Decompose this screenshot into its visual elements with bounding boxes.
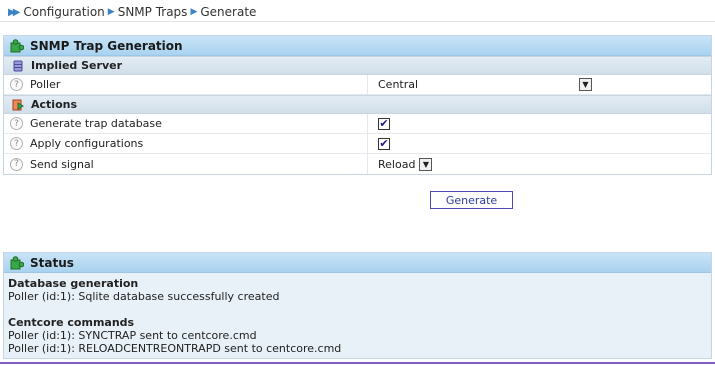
double-chevron-icon: ▶▶ — [8, 6, 21, 18]
send-signal-select[interactable]: Reload ▼ — [378, 156, 433, 172]
centcore-line: Poller (id:1): SYNCTRAP sent to centcore… — [8, 329, 257, 342]
panel-title: Status — [30, 255, 74, 270]
panel-title: SNMP Trap Generation — [30, 38, 183, 53]
chevron-down-icon[interactable]: ▼ — [579, 78, 592, 91]
apply-config-label: Apply configurations — [30, 137, 144, 150]
section-actions: Actions — [4, 95, 711, 114]
status-panel: Status Database generation Poller (id:1)… — [3, 252, 712, 359]
poller-row: ? Poller Central ▼ — [4, 75, 711, 95]
send-signal-selected-value: Reload — [378, 157, 416, 171]
apply-config-checkbox[interactable]: ✔ — [378, 137, 390, 150]
db-generation-heading: Database generation — [8, 277, 139, 290]
generate-db-checkbox[interactable]: ✔ — [378, 117, 390, 130]
centcore-heading: Centcore commands — [8, 316, 135, 329]
chevron-down-icon[interactable]: ▼ — [419, 157, 433, 171]
panel-header: Status — [4, 253, 711, 273]
section-implied-server: Implied Server — [4, 56, 711, 75]
help-icon[interactable]: ? — [10, 157, 23, 171]
apply-config-row: ? Apply configurations ✔ — [4, 134, 711, 154]
generate-button[interactable]: Generate — [430, 191, 513, 209]
divider — [0, 21, 715, 22]
generate-db-label: Generate trap database — [30, 117, 162, 130]
status-body: Database generation Poller (id:1): Sqlit… — [4, 273, 711, 358]
help-icon[interactable]: ? — [10, 137, 23, 150]
breadcrumb-item-configuration[interactable]: Configuration — [23, 5, 104, 19]
help-icon[interactable]: ? — [10, 78, 23, 91]
section-title: Implied Server — [31, 59, 122, 72]
bottom-divider — [0, 362, 715, 364]
section-title: Actions — [31, 98, 77, 111]
database-icon — [13, 60, 23, 71]
puzzle-icon — [10, 38, 24, 52]
actions-icon — [12, 99, 24, 110]
send-signal-row: ? Send signal Reload ▼ — [4, 154, 711, 174]
poller-selected-value: Central — [378, 78, 419, 91]
trap-generation-panel: SNMP Trap Generation Implied Server ? Po… — [3, 35, 712, 175]
db-generation-message: Poller (id:1): Sqlite database successfu… — [8, 290, 280, 303]
send-signal-label: Send signal — [30, 157, 94, 171]
breadcrumb-item-generate[interactable]: Generate — [200, 5, 256, 19]
breadcrumb: ▶▶ Configuration ▶ SNMP Traps ▶ Generate — [8, 4, 256, 20]
chevron-right-icon: ▶ — [107, 7, 115, 17]
puzzle-icon — [10, 255, 24, 269]
generate-db-row: ? Generate trap database ✔ — [4, 114, 711, 134]
poller-select[interactable]: Central ▼ — [378, 77, 592, 92]
help-icon[interactable]: ? — [10, 117, 23, 130]
breadcrumb-item-snmp-traps[interactable]: SNMP Traps — [118, 5, 188, 19]
poller-label: Poller — [30, 78, 61, 91]
chevron-right-icon: ▶ — [190, 7, 198, 17]
panel-header: SNMP Trap Generation — [4, 36, 711, 56]
centcore-line: Poller (id:1): RELOADCENTREONTRAPD sent … — [8, 342, 342, 355]
